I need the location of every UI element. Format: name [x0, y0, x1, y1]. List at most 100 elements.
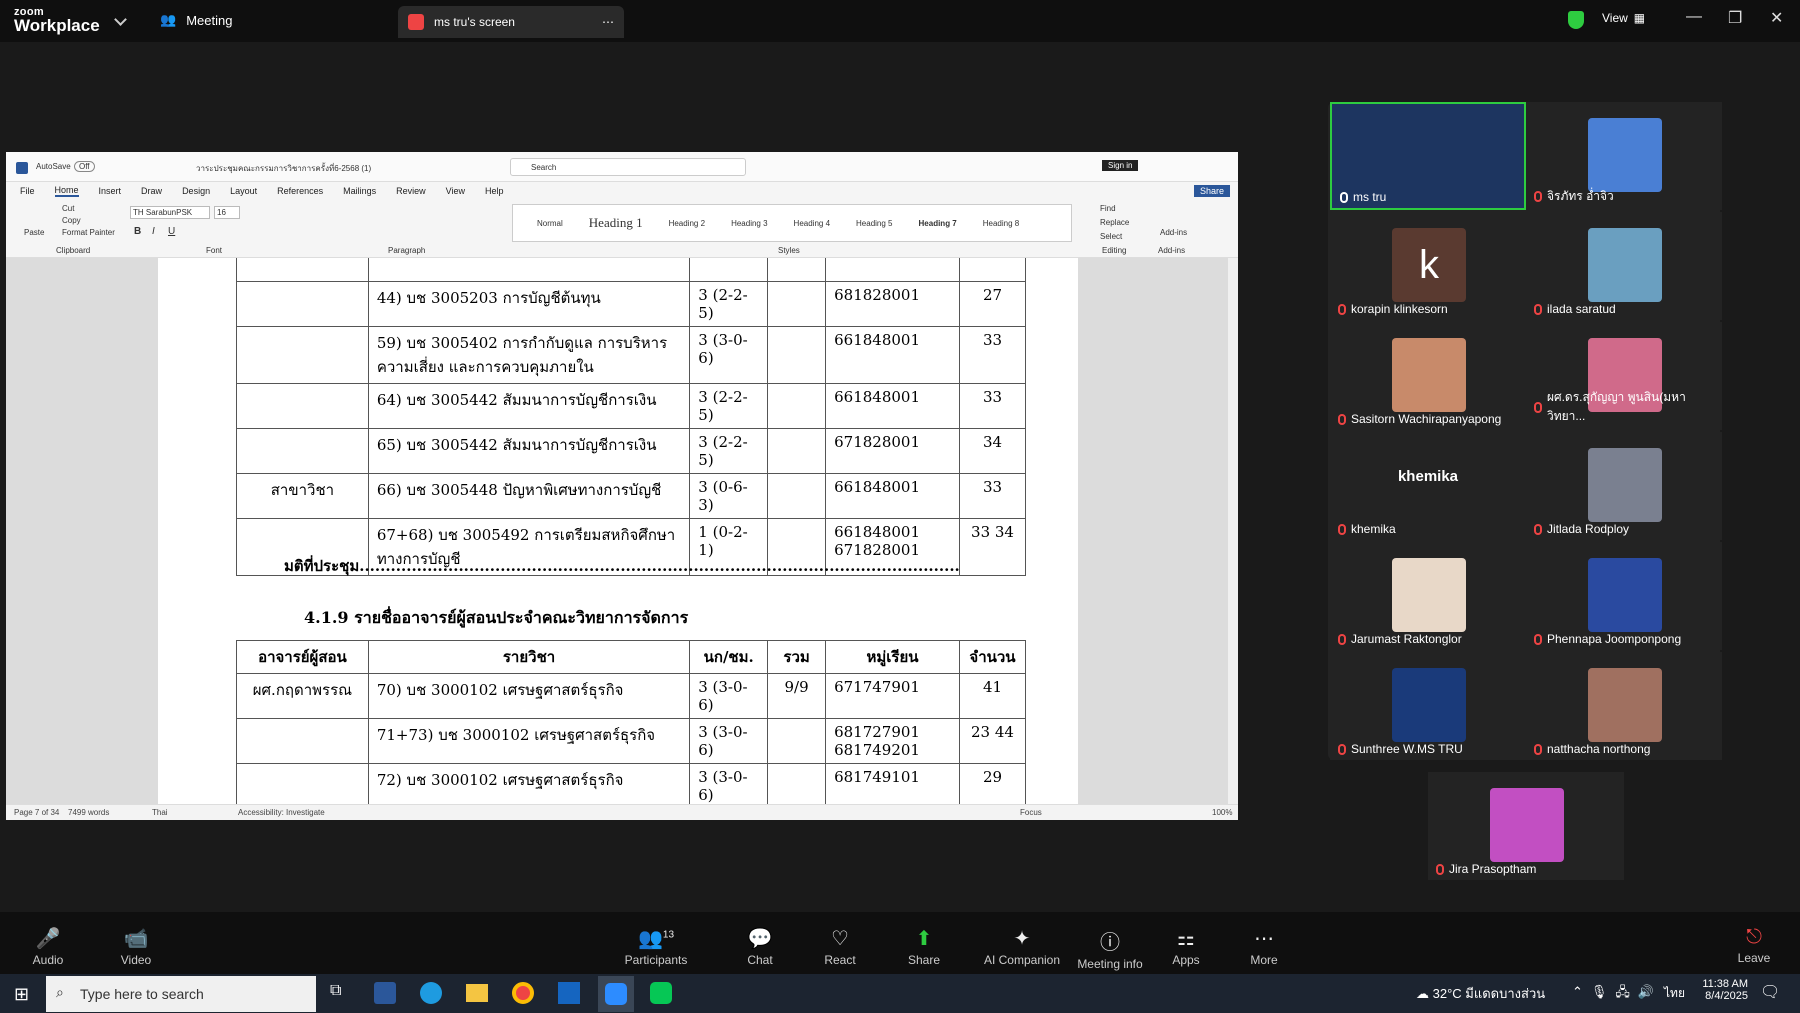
participant-tile[interactable]: Jarumast Raktonglor: [1330, 542, 1526, 650]
edge-taskbar-icon[interactable]: [420, 982, 442, 1004]
bold-button[interactable]: B: [134, 226, 141, 237]
more-options-icon[interactable]: ⋯: [602, 15, 614, 29]
notification-icon[interactable]: 🗨: [1760, 982, 1780, 1002]
find-button[interactable]: Find: [1100, 204, 1116, 213]
style-heading-1[interactable]: Heading 1: [589, 215, 643, 231]
font-size-select[interactable]: 16: [214, 206, 240, 219]
document-area[interactable]: 44) บช 3005203 การบัญชีต้นทุน 3 (2-2-5) 68…: [6, 258, 1238, 804]
taskbar-search-input[interactable]: ⌕ Type here to search: [46, 976, 316, 1012]
participant-tile[interactable]: Sunthree W.MS TRU: [1330, 652, 1526, 760]
style-heading-4[interactable]: Heading 4: [794, 219, 830, 228]
participant-tile[interactable]: Jira Prasoptham: [1428, 772, 1624, 880]
menu-design[interactable]: Design: [182, 186, 210, 196]
weather-widget[interactable]: ☁ 32°C มีแดดบางส่วน: [1416, 983, 1545, 1004]
cut-button[interactable]: Cut: [62, 204, 74, 213]
participant-name: Sasitorn Wachirapanyapong: [1338, 412, 1501, 426]
close-icon[interactable]: ✕: [1770, 8, 1783, 28]
participant-tile[interactable]: ilada saratud: [1526, 212, 1722, 320]
menu-draw[interactable]: Draw: [141, 186, 162, 196]
chrome-taskbar-icon[interactable]: [512, 982, 534, 1004]
participant-tile[interactable]: natthacha northong: [1526, 652, 1722, 760]
leave-button[interactable]: ⎋ Leave: [1714, 926, 1794, 965]
menu-mailings[interactable]: Mailings: [343, 186, 376, 196]
add-ins-button[interactable]: Add-ins: [1160, 228, 1187, 237]
language-status[interactable]: Thai: [152, 808, 168, 817]
replace-button[interactable]: Replace: [1100, 218, 1129, 227]
participant-tile[interactable]: จิรภัทร อ่ำจิว: [1526, 102, 1722, 210]
video-button[interactable]: 📹 Video: [96, 926, 176, 967]
italic-button[interactable]: I: [152, 226, 155, 237]
autosave-toggle[interactable]: Off: [74, 161, 95, 172]
accessibility-status[interactable]: Accessibility: Investigate: [238, 808, 325, 817]
document-scrollbar[interactable]: [1228, 258, 1238, 804]
style-heading-7[interactable]: Heading 7: [919, 219, 957, 228]
participant-tile[interactable]: k korapin klinkesorn: [1330, 212, 1526, 320]
word-search-input[interactable]: Search: [510, 158, 746, 176]
underline-button[interactable]: U: [168, 226, 175, 237]
participant-name: Jarumast Raktonglor: [1338, 632, 1462, 646]
encryption-shield-icon[interactable]: [1568, 11, 1584, 29]
participant-display-name: khemika: [1397, 468, 1459, 485]
meeting-info-button[interactable]: ⓘ Meeting info: [1064, 926, 1156, 971]
screen-share-tab[interactable]: ms tru's screen ⋯: [398, 6, 624, 38]
word-taskbar-icon[interactable]: [374, 982, 396, 1004]
menu-insert[interactable]: Insert: [99, 186, 122, 196]
zoom-level[interactable]: 100%: [1212, 808, 1232, 817]
react-button[interactable]: ♡ React: [800, 926, 880, 967]
participant-tile[interactable]: Sasitorn Wachirapanyapong: [1330, 322, 1526, 430]
participant-tile[interactable]: ผศ.ดร.สุกัญญา พูนสิน(มหาวิทยา...: [1526, 322, 1722, 430]
participant-tile[interactable]: ms tru: [1330, 102, 1526, 210]
more-button[interactable]: ⋯ More: [1224, 926, 1304, 967]
style-normal[interactable]: Normal: [537, 219, 563, 228]
copy-button[interactable]: Copy: [62, 216, 81, 225]
page-count[interactable]: Page 7 of 34: [14, 808, 59, 817]
sign-in-button[interactable]: Sign in: [1102, 160, 1139, 171]
participant-tile[interactable]: Phennapa Joomponpong: [1526, 542, 1722, 650]
line-taskbar-icon[interactable]: [650, 982, 672, 1004]
view-button[interactable]: View ▦: [1602, 11, 1645, 25]
system-clock[interactable]: 11:38 AM 8/4/2025: [1696, 978, 1748, 1002]
chat-button[interactable]: 💬 Chat: [720, 926, 800, 967]
windows-start-icon[interactable]: ⊞: [14, 984, 29, 1005]
style-heading-8[interactable]: Heading 8: [983, 219, 1019, 228]
menu-view[interactable]: View: [446, 186, 465, 196]
input-language[interactable]: ไทย: [1664, 984, 1685, 1003]
style-heading-5[interactable]: Heading 5: [856, 219, 892, 228]
apps-button[interactable]: ⚏ Apps: [1146, 926, 1226, 967]
style-heading-3[interactable]: Heading 3: [731, 219, 767, 228]
word-share-button[interactable]: Share: [1193, 185, 1230, 197]
menu-home[interactable]: Home: [54, 185, 79, 197]
task-view-icon[interactable]: ⧉: [330, 982, 341, 1000]
format-painter-button[interactable]: Format Painter: [62, 228, 115, 237]
paste-button[interactable]: Paste: [24, 228, 44, 237]
menu-file[interactable]: File: [20, 186, 35, 196]
style-heading-2[interactable]: Heading 2: [669, 219, 705, 228]
focus-button[interactable]: Focus: [1020, 808, 1042, 817]
participant-tile[interactable]: khemika khemika: [1330, 432, 1526, 540]
audio-button[interactable]: 🎤 Audio: [8, 926, 88, 967]
menu-layout[interactable]: Layout: [230, 186, 257, 196]
minimize-icon[interactable]: —: [1686, 8, 1702, 26]
word-count[interactable]: 7499 words: [68, 808, 109, 817]
mic-muted-icon: [1534, 191, 1542, 202]
share-button[interactable]: ⬆ Share: [884, 926, 964, 967]
meeting-tab[interactable]: 👥 Meeting: [160, 12, 232, 28]
ai-companion-button[interactable]: ✦ AI Companion: [972, 926, 1072, 967]
system-tray-icons[interactable]: ⌃🎙🖧🔊: [1572, 983, 1662, 1005]
document-page[interactable]: 44) บช 3005203 การบัญชีต้นทุน 3 (2-2-5) 68…: [158, 258, 1078, 804]
group-clipboard: Clipboard: [56, 246, 91, 255]
font-select[interactable]: TH SarabunPSK: [130, 206, 210, 219]
file-explorer-icon[interactable]: [466, 984, 488, 1002]
maximize-icon[interactable]: ❐: [1728, 8, 1742, 28]
store-taskbar-icon[interactable]: [558, 982, 580, 1004]
zoom-taskbar-icon[interactable]: [598, 976, 634, 1012]
participants-button[interactable]: 👥13 Participants: [616, 926, 696, 967]
participant-tile[interactable]: Jitlada Rodploy: [1526, 432, 1722, 540]
document-filename[interactable]: วาระประชุมคณะกรรมการวิชาการครั้งที่6-256…: [196, 162, 371, 175]
zoom-logo[interactable]: zoom Workplace: [14, 6, 100, 34]
menu-references[interactable]: References: [277, 186, 323, 196]
word-status-bar: Page 7 of 34 7499 words Thai Accessibili…: [6, 804, 1238, 820]
menu-review[interactable]: Review: [396, 186, 426, 196]
menu-help[interactable]: Help: [485, 186, 504, 196]
select-button[interactable]: Select: [1100, 232, 1122, 241]
